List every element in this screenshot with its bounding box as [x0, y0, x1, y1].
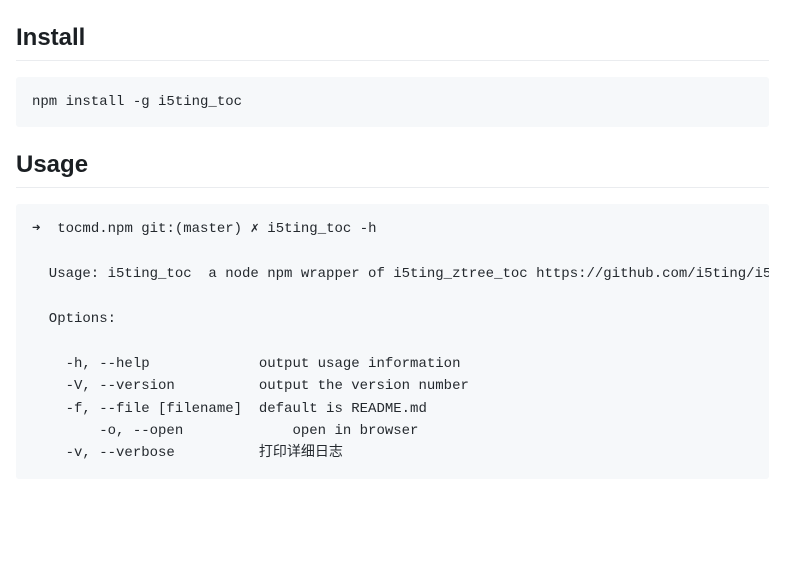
- usage-code-block: ➜ tocmd.npm git:(master) ✗ i5ting_toc -h…: [16, 204, 769, 478]
- usage-heading: Usage: [16, 151, 769, 188]
- install-code-block: npm install -g i5ting_toc: [16, 77, 769, 127]
- install-heading: Install: [16, 24, 769, 61]
